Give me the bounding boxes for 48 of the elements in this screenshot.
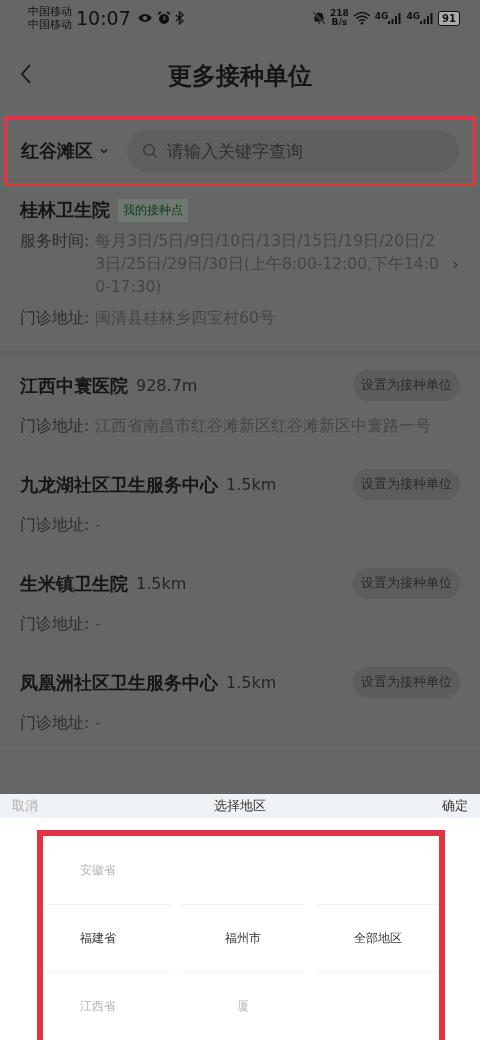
bluetooth-icon: [174, 11, 184, 25]
field-label: 门诊地址:: [20, 614, 90, 635]
signal-icon: [420, 11, 435, 25]
unit-name: 桂林卫生院: [20, 198, 110, 222]
clinic-address: -: [95, 515, 102, 536]
wifi-icon: [352, 11, 371, 25]
speed-unit: B/s: [331, 18, 348, 27]
distance: 1.5km: [226, 673, 277, 692]
signal-icon: [388, 11, 403, 25]
eye-icon: [136, 12, 153, 24]
unit-name: 江西中寰医院: [20, 373, 128, 398]
cancel-button[interactable]: 取消: [12, 797, 38, 815]
battery-level: 91: [438, 10, 460, 26]
picker-option[interactable]: 福州市: [181, 929, 305, 947]
network-label: 4G: [406, 11, 421, 21]
my-site-tag: 我的接种点: [118, 198, 188, 222]
alarm-icon: [156, 11, 171, 25]
field-label: 门诊地址:: [20, 515, 90, 536]
region-dropdown[interactable]: 红谷滩区: [21, 139, 109, 163]
picker-option[interactable]: 安徽省: [47, 861, 170, 879]
distance: 1.5km: [136, 574, 187, 593]
carrier-name: 中国移动: [28, 5, 72, 18]
clinic-address: -: [95, 713, 102, 734]
carrier-name: 中国移动: [28, 18, 72, 31]
field-label: 门诊地址:: [20, 713, 90, 734]
unit-name: 凤凰洲社区卫生服务中心: [20, 670, 218, 695]
page-title: 更多接种单位: [168, 61, 312, 92]
field-label: 门诊地址:: [20, 416, 90, 437]
distance: 928.7m: [136, 376, 198, 395]
unit-name: 生米镇卫生院: [20, 571, 128, 596]
picker-option[interactable]: 全部地区: [316, 929, 439, 947]
picker-option[interactable]: 江西省: [47, 997, 170, 1015]
distance: 1.5km: [226, 475, 277, 494]
field-label: 服务时间:: [20, 231, 90, 252]
search-icon: [142, 143, 158, 159]
picker-option[interactable]: 福建省: [47, 929, 170, 947]
clock-time: 10:07: [76, 7, 131, 29]
clinic-address: -: [95, 614, 102, 635]
picker-option[interactable]: 厦: [181, 997, 305, 1015]
picker-title: 选择地区: [214, 797, 266, 815]
confirm-button[interactable]: 确定: [442, 797, 468, 815]
network-label: 4G: [374, 11, 389, 21]
speed-value: 218: [329, 9, 349, 18]
chevron-right-icon: [450, 259, 460, 270]
muted-bell-icon: [311, 11, 326, 25]
unit-name: 九龙湖社区卫生服务中心: [20, 472, 218, 497]
caret-icon: [99, 146, 109, 156]
field-label: 门诊地址:: [20, 308, 90, 329]
